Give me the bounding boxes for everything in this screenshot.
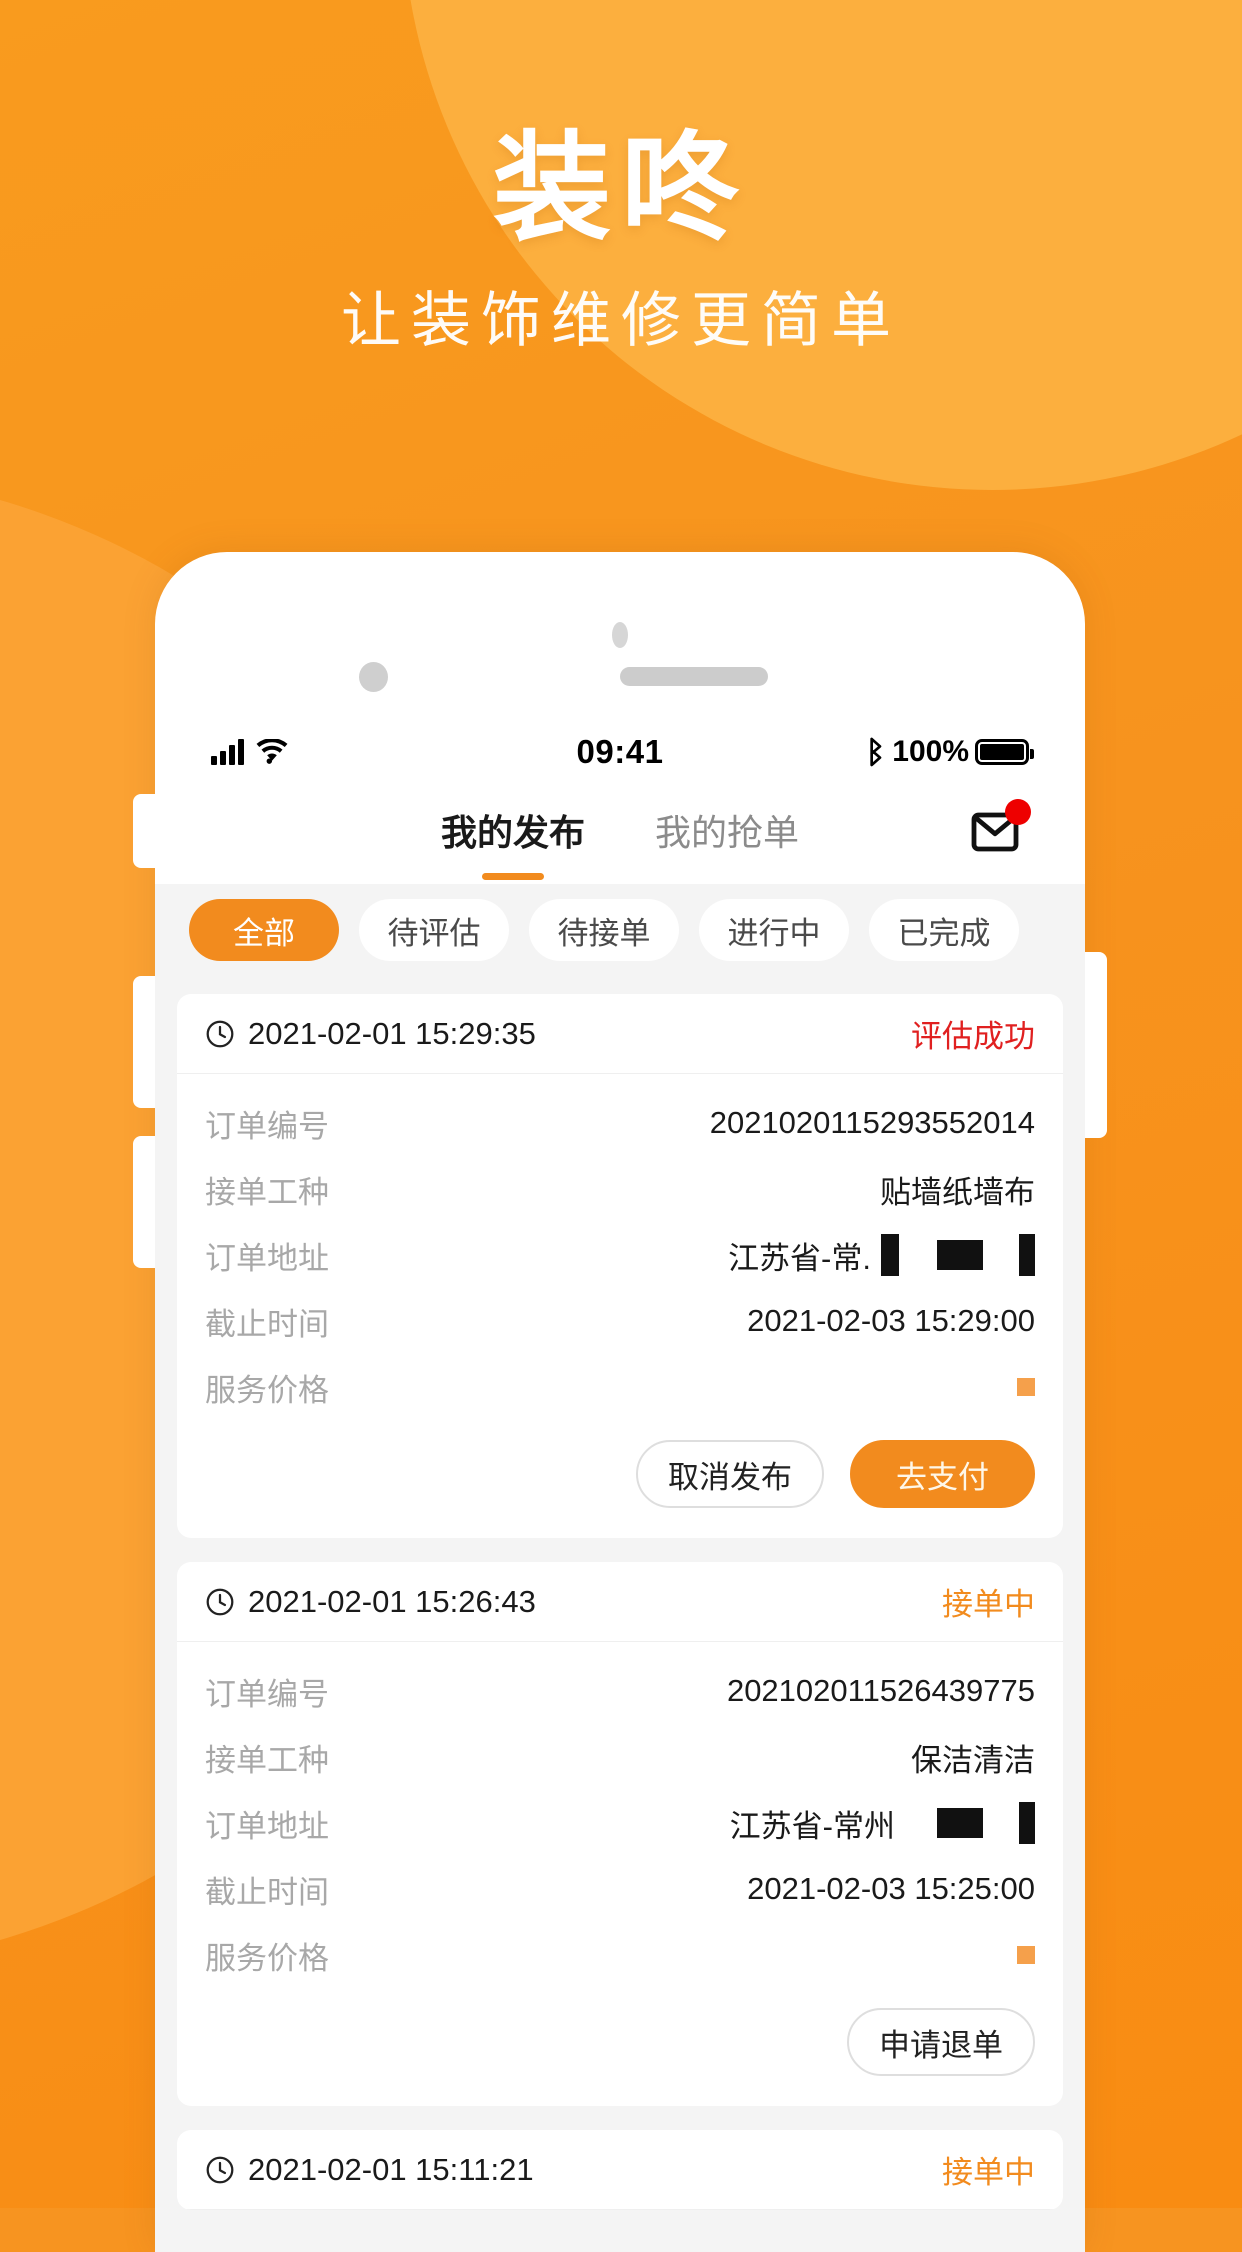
battery-percent-label: 100%: [892, 735, 969, 768]
order-card[interactable]: 2021-02-01 15:11:21 接单中: [177, 2130, 1063, 2210]
order-card-actions: 申请退单: [177, 1992, 1063, 2106]
filter-chip-pending-accept[interactable]: 待接单: [529, 899, 679, 961]
phone-front-camera-icon: [359, 662, 388, 692]
filter-chip-in-progress[interactable]: 进行中: [699, 899, 849, 961]
promo-title: 装咚: [492, 123, 749, 255]
status-bar: 09:41 100%: [155, 726, 1085, 778]
address-value: 江苏省-常州: [729, 1808, 895, 1844]
work-type-label: 接单工种: [205, 1742, 329, 1778]
order-card-header: 2021-02-01 15:26:43 接单中: [177, 1562, 1063, 1642]
deadline-value: 2021-02-03 15:29:00: [747, 1303, 1035, 1338]
order-card-header: 2021-02-01 15:11:21 接单中: [177, 2130, 1063, 2210]
order-row-price: 服务价格: [205, 1354, 1035, 1420]
price-redaction-mark: [1017, 1946, 1035, 1964]
status-bar-time: 09:41: [576, 733, 664, 770]
order-status-badge: 评估成功: [911, 1019, 1035, 1054]
order-row-address: 订单地址 江苏省-常.: [205, 1222, 1035, 1288]
price-value-wrap: [1009, 1946, 1035, 1964]
order-row-deadline: 截止时间 2021-02-03 15:29:00: [205, 1288, 1035, 1354]
order-list[interactable]: 2021-02-01 15:29:35 评估成功 订单编号 2021020115…: [155, 976, 1085, 2252]
order-row-number: 订单编号 2021020115293552014: [205, 1090, 1035, 1156]
promo-headline: 装咚 让装饰维修更简单: [0, 130, 1242, 354]
mail-button[interactable]: [969, 799, 1031, 859]
phone-mockup: 09:41 100% 我的发布 我的抢单 全部 待评估 待接单 进行中 已完成: [133, 552, 1107, 2252]
work-type-label: 接单工种: [205, 1174, 329, 1210]
order-number-label: 订单编号: [205, 1676, 329, 1712]
phone-sensor-icon: [612, 622, 628, 648]
order-status-badge: 接单中: [942, 2155, 1035, 2190]
address-value-wrap: 江苏省-常.: [728, 1233, 1035, 1278]
work-type-value: 贴墙纸墙布: [880, 1174, 1035, 1210]
order-created-at: 2021-02-01 15:26:43: [248, 1583, 536, 1619]
order-number-value: 2021020115293552014: [709, 1105, 1035, 1140]
bluetooth-icon: [870, 737, 882, 767]
order-row-price: 服务价格: [205, 1922, 1035, 1988]
order-row-deadline: 截止时间 2021-02-03 15:25:00: [205, 1856, 1035, 1922]
address-redaction-mark: [881, 1234, 899, 1276]
price-label: 服务价格: [205, 1940, 329, 1976]
deadline-label: 截止时间: [205, 1306, 329, 1342]
order-card-header: 2021-02-01 15:29:35 评估成功: [177, 994, 1063, 1074]
address-value-wrap: 江苏省-常州: [730, 1801, 1035, 1846]
phone-speaker-grille: [620, 667, 768, 686]
filter-chip-pending-eval[interactable]: 待评估: [359, 899, 509, 961]
order-number-value: 202102011526439775: [726, 1673, 1035, 1708]
app-tab-bar: 我的发布 我的抢单: [155, 792, 1085, 874]
clock-icon: [206, 1020, 234, 1047]
price-redaction-mark: [1017, 1378, 1035, 1396]
tab-my-published[interactable]: 我的发布: [441, 804, 585, 862]
address-redaction-mark: [937, 1808, 983, 1838]
order-created-at: 2021-02-01 15:11:21: [248, 2151, 534, 2187]
deadline-value: 2021-02-03 15:25:00: [747, 1871, 1035, 1906]
order-card-body: 订单编号 202102011526439775 接单工种 保洁清洁 订单地址 江…: [177, 1642, 1063, 1992]
address-label: 订单地址: [205, 1808, 329, 1844]
order-row-address: 订单地址 江苏省-常州: [205, 1790, 1035, 1856]
order-status-badge: 接单中: [942, 1587, 1035, 1622]
address-redaction-mark: [937, 1240, 983, 1270]
order-row-number: 订单编号 202102011526439775: [205, 1658, 1035, 1724]
order-card[interactable]: 2021-02-01 15:29:35 评估成功 订单编号 2021020115…: [177, 994, 1063, 1538]
filter-chip-completed[interactable]: 已完成: [869, 899, 1019, 961]
order-row-worktype: 接单工种 贴墙纸墙布: [205, 1156, 1035, 1222]
tab-my-grabbed[interactable]: 我的抢单: [655, 804, 799, 862]
filter-chip-all[interactable]: 全部: [189, 899, 339, 961]
address-value: 江苏省-常.: [728, 1240, 871, 1276]
order-row-worktype: 接单工种 保洁清洁: [205, 1724, 1035, 1790]
address-redaction-mark: [1019, 1802, 1035, 1844]
request-refund-button[interactable]: 申请退单: [847, 2008, 1035, 2076]
address-label: 订单地址: [205, 1240, 329, 1276]
go-to-pay-button[interactable]: 去支付: [850, 1440, 1035, 1508]
battery-full-icon: [975, 739, 1034, 765]
order-number-label: 订单编号: [205, 1108, 329, 1144]
wifi-icon: [256, 739, 288, 764]
order-card-actions: 取消发布 去支付: [177, 1424, 1063, 1538]
address-redaction-mark: [1019, 1234, 1035, 1276]
order-created-at: 2021-02-01 15:29:35: [248, 1015, 536, 1051]
work-type-value: 保洁清洁: [911, 1742, 1035, 1778]
deadline-label: 截止时间: [205, 1874, 329, 1910]
mail-unread-badge: [1005, 799, 1031, 825]
clock-icon: [206, 1588, 234, 1615]
cancel-publish-button[interactable]: 取消发布: [636, 1440, 824, 1508]
order-filter-chips[interactable]: 全部 待评估 待接单 进行中 已完成: [155, 884, 1085, 976]
order-card[interactable]: 2021-02-01 15:26:43 接单中 订单编号 20210201152…: [177, 1562, 1063, 2106]
clock-icon: [206, 2156, 234, 2183]
price-label: 服务价格: [205, 1372, 329, 1408]
promo-subtitle: 让装饰维修更简单: [341, 287, 901, 354]
cellular-signal-icon: [211, 739, 244, 765]
order-card-body: 订单编号 2021020115293552014 接单工种 贴墙纸墙布 订单地址…: [177, 1074, 1063, 1424]
price-value-wrap: [1009, 1378, 1035, 1396]
